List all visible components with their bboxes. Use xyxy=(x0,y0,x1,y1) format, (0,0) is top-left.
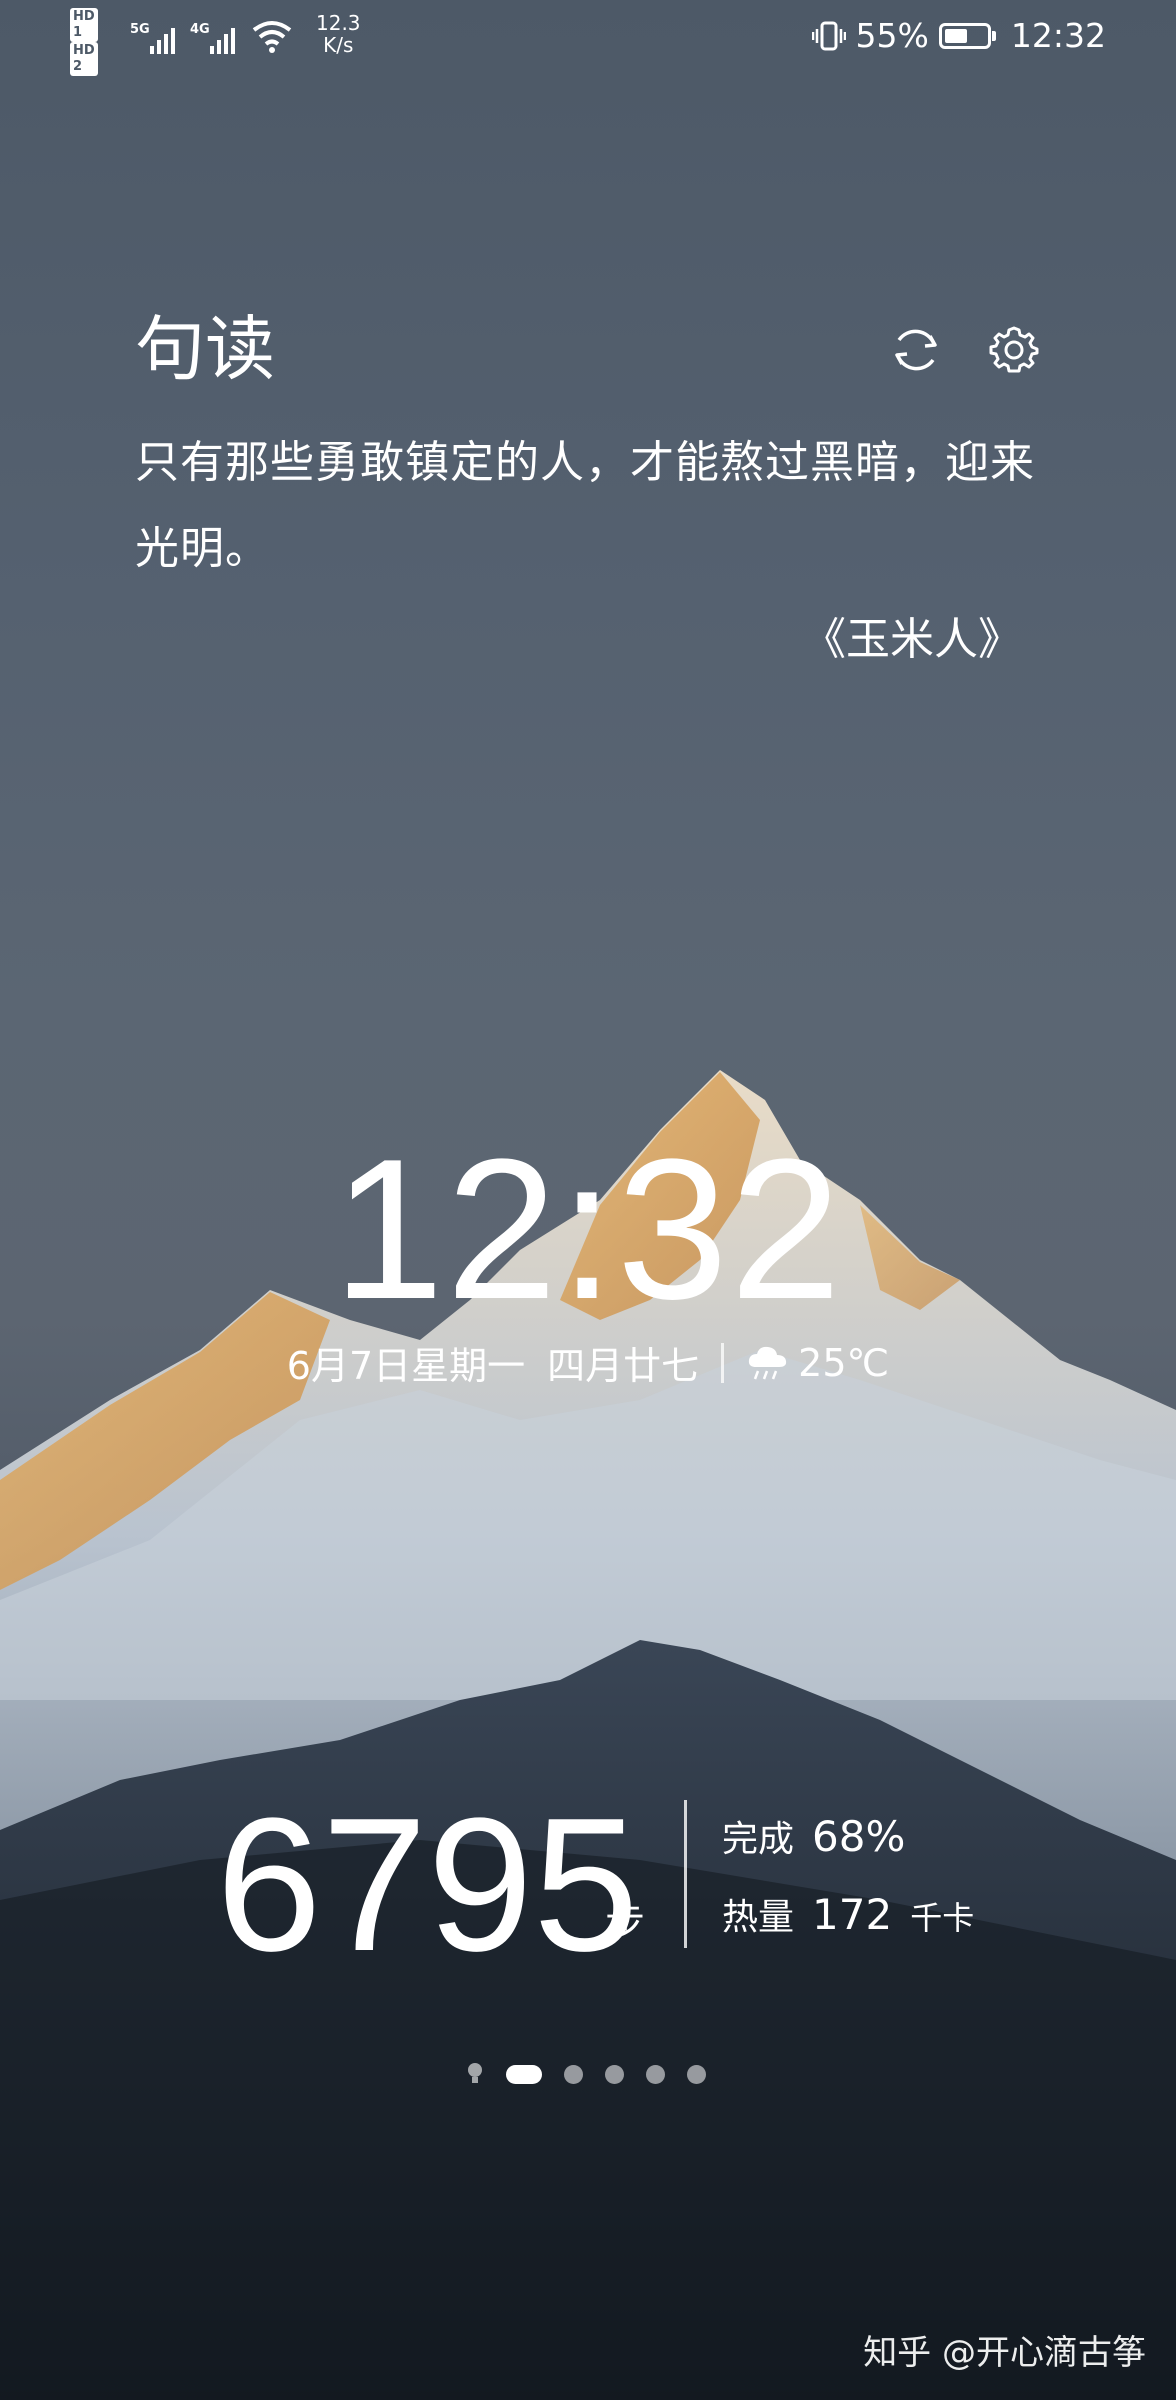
completion-value: 68% xyxy=(812,1812,906,1861)
net-speed-unit: K/s xyxy=(323,33,354,57)
temperature-text: 25℃ xyxy=(798,1340,890,1385)
sim2-label: HD 2 xyxy=(70,42,98,76)
lightbulb-icon[interactable] xyxy=(466,2062,484,2086)
step-unit: 步 xyxy=(605,1900,645,1946)
lockscreen-clock: 12:32 xyxy=(332,1118,844,1341)
signal-sim2-icon: 4G xyxy=(190,22,242,58)
net-speed-value: 12.3 xyxy=(316,11,361,35)
battery-percent: 55% xyxy=(855,16,929,55)
signal-sim1-icon: 5G xyxy=(130,22,182,58)
sim1-label: HD 1 xyxy=(70,8,98,42)
lunar-date-text: 四月廿七 xyxy=(547,1344,700,1388)
page-dot[interactable] xyxy=(605,2064,624,2084)
page-dot[interactable] xyxy=(564,2064,583,2084)
page-dot[interactable] xyxy=(687,2064,706,2084)
steps-separator xyxy=(684,1800,687,1948)
calories-value: 172 xyxy=(812,1890,893,1939)
settings-gear-icon[interactable] xyxy=(986,322,1042,378)
completion-stat: 完成 68% xyxy=(722,1810,905,1862)
quote-source: 《玉米人》 xyxy=(802,614,1022,665)
status-right: 55% 12:32 xyxy=(811,16,1106,55)
status-time: 12:32 xyxy=(1010,16,1106,55)
net-speed: 12.3 K/s xyxy=(316,12,361,56)
date-weather-line: 6月7日星期一 四月廿七 25℃ xyxy=(0,1335,1176,1390)
vibrate-icon xyxy=(811,21,846,50)
date-text: 6月7日星期一 xyxy=(286,1344,526,1388)
calories-stat: 热量 172 千卡 xyxy=(722,1888,974,1940)
date-weather-separator xyxy=(721,1342,725,1383)
cloud-rain-icon xyxy=(749,1346,787,1379)
status-bar: HD 1 HD 2 5G 4G 12.3 K/s 55% 12:32 xyxy=(0,0,1176,78)
watermark-text: 知乎 @开心滴古筝 xyxy=(863,2333,1146,2373)
calories-unit: 千卡 xyxy=(910,1899,975,1937)
sim1-indicator: HD 1 xyxy=(70,8,98,42)
refresh-icon[interactable] xyxy=(888,322,944,378)
page-indicator xyxy=(466,2062,706,2086)
page-dot[interactable] xyxy=(646,2064,665,2084)
quote-card-title: 句读 xyxy=(135,308,275,390)
battery-icon xyxy=(938,22,996,49)
page-dots xyxy=(506,2064,706,2084)
page-dot-active[interactable] xyxy=(506,2064,542,2084)
quote-text: 只有那些勇敢镇定的人，才能熬过黑暗，迎来光明。 xyxy=(135,437,1035,574)
wifi-icon xyxy=(252,21,292,53)
step-count: 6795 xyxy=(216,1779,639,1991)
completion-label: 完成 xyxy=(722,1819,795,1860)
calories-label: 热量 xyxy=(722,1897,795,1938)
weather-widget[interactable]: 25℃ xyxy=(746,1341,889,1385)
battery-level-fill xyxy=(944,28,967,43)
sim2-indicator: HD 2 xyxy=(70,42,98,76)
